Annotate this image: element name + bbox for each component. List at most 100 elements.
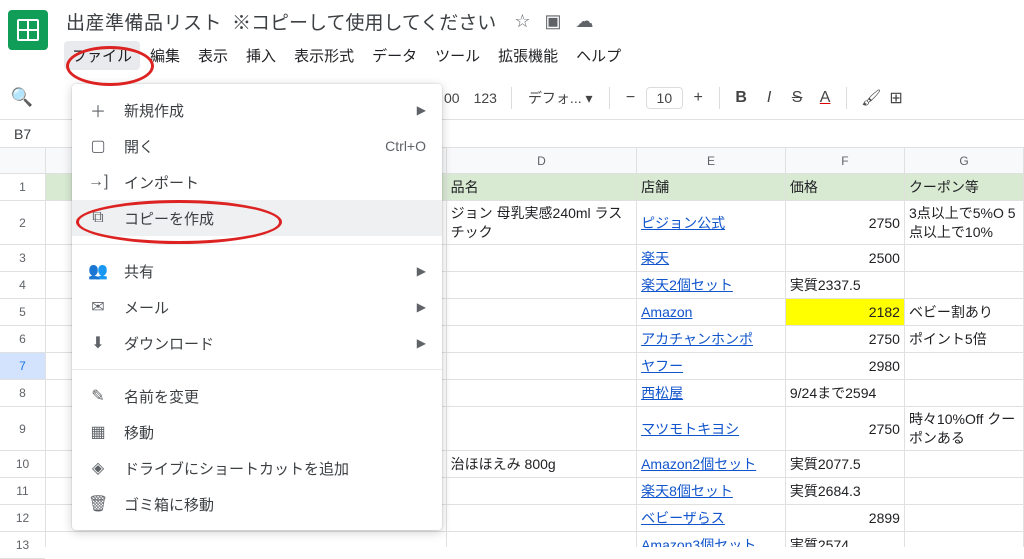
- cell[interactable]: Amazon3個セット: [637, 532, 786, 547]
- cell[interactable]: ヤフー: [637, 353, 786, 379]
- cell[interactable]: 楽天: [637, 245, 786, 271]
- cell[interactable]: [905, 478, 1024, 504]
- cell[interactable]: 2980: [786, 353, 905, 379]
- cell[interactable]: ベビーザらス: [637, 505, 786, 531]
- cell[interactable]: 9/24まで2594: [786, 380, 905, 406]
- menu-1[interactable]: 編集: [142, 41, 188, 70]
- format-currency[interactable]: 00: [438, 86, 466, 110]
- menu-8[interactable]: ヘルプ: [568, 41, 629, 70]
- file-menu-item[interactable]: ⬇ダウンロード▶: [72, 325, 442, 361]
- cell[interactable]: 2750: [786, 326, 905, 352]
- move-icon[interactable]: ▣: [544, 11, 561, 32]
- menu-6[interactable]: ツール: [427, 41, 488, 70]
- file-menu-item[interactable]: ＋新規作成▶: [72, 92, 442, 128]
- italic-button[interactable]: I: [756, 87, 782, 109]
- cell[interactable]: 楽天8個セット: [637, 478, 786, 504]
- cell[interactable]: 2500: [786, 245, 905, 271]
- cell[interactable]: 2750: [786, 407, 905, 450]
- file-menu-item[interactable]: →]インポート: [72, 164, 442, 200]
- file-menu-item[interactable]: ▦移動: [72, 414, 442, 450]
- fill-color-button[interactable]: 🖌: [855, 86, 881, 110]
- select-all-corner[interactable]: [0, 148, 45, 174]
- cell[interactable]: [905, 380, 1024, 406]
- font-size-inc[interactable]: +: [685, 87, 711, 109]
- file-menu-item[interactable]: ✎名前を変更: [72, 378, 442, 414]
- col-header[interactable]: F: [786, 148, 905, 173]
- cell[interactable]: 2750: [786, 201, 905, 244]
- file-menu-item[interactable]: ✉メール▶: [72, 289, 442, 325]
- menu-0[interactable]: ファイル: [64, 41, 140, 70]
- font-select[interactable]: デフォ... ▾: [520, 88, 601, 108]
- cell[interactable]: [447, 245, 637, 271]
- cell[interactable]: ベビー割あり: [905, 299, 1024, 325]
- cell[interactable]: [905, 353, 1024, 379]
- cell-header[interactable]: クーポン等: [905, 174, 1024, 200]
- cell[interactable]: [447, 478, 637, 504]
- cell[interactable]: 実質2077.5: [786, 451, 905, 477]
- cell[interactable]: [905, 505, 1024, 531]
- format-number[interactable]: 123: [468, 86, 503, 110]
- cell[interactable]: ジョン 母乳実感240ml ラスチック: [447, 201, 637, 244]
- col-header[interactable]: E: [637, 148, 786, 173]
- font-size-dec[interactable]: −: [618, 87, 644, 109]
- bold-button[interactable]: B: [728, 87, 754, 109]
- menu-2[interactable]: 表示: [190, 41, 236, 70]
- row-header[interactable]: 7: [0, 353, 45, 380]
- cell[interactable]: [447, 272, 637, 298]
- row-header[interactable]: 13: [0, 532, 45, 559]
- cell[interactable]: 時々10%Off クーポンある: [905, 407, 1024, 450]
- cell[interactable]: マツモトキヨシ: [637, 407, 786, 450]
- row-header[interactable]: 3: [0, 245, 45, 272]
- sheets-logo[interactable]: [8, 10, 48, 50]
- cell[interactable]: [905, 532, 1024, 547]
- cell[interactable]: [447, 532, 637, 547]
- star-icon[interactable]: ☆: [514, 11, 530, 32]
- font-size-input[interactable]: 10: [646, 87, 684, 109]
- cell[interactable]: [447, 326, 637, 352]
- row-header[interactable]: 4: [0, 272, 45, 299]
- menu-3[interactable]: 挿入: [238, 41, 284, 70]
- file-menu-item[interactable]: 🗑ゴミ箱に移動: [72, 486, 442, 522]
- menu-7[interactable]: 拡張機能: [490, 41, 566, 70]
- cell[interactable]: [447, 505, 637, 531]
- cell[interactable]: [447, 407, 637, 450]
- row-header[interactable]: 10: [0, 451, 45, 478]
- row-header[interactable]: 1: [0, 174, 45, 201]
- cell[interactable]: [905, 245, 1024, 271]
- doc-title[interactable]: 出産準備品リスト: [66, 8, 222, 35]
- borders-button[interactable]: ⊞: [883, 86, 909, 110]
- cell-header[interactable]: 価格: [786, 174, 905, 200]
- cell[interactable]: アカチャンホンポ: [637, 326, 786, 352]
- menu-4[interactable]: 表示形式: [286, 41, 362, 70]
- row-header[interactable]: 9: [0, 407, 45, 451]
- row-header[interactable]: 11: [0, 478, 45, 505]
- row-header[interactable]: 8: [0, 380, 45, 407]
- cell[interactable]: 楽天2個セット: [637, 272, 786, 298]
- cell[interactable]: [447, 353, 637, 379]
- file-menu-item[interactable]: ⧉コピーを作成: [72, 200, 442, 236]
- cloud-icon[interactable]: ☁: [575, 11, 593, 32]
- col-header[interactable]: G: [905, 148, 1024, 173]
- cell[interactable]: [447, 299, 637, 325]
- cell-header[interactable]: 品名: [447, 174, 637, 200]
- cell[interactable]: Amazon2個セット: [637, 451, 786, 477]
- text-color-button[interactable]: A: [812, 87, 838, 109]
- row-header[interactable]: 2: [0, 201, 45, 245]
- strike-button[interactable]: S: [784, 87, 810, 109]
- menu-5[interactable]: データ: [364, 41, 425, 70]
- cell[interactable]: [447, 380, 637, 406]
- cell[interactable]: 治ほほえみ 800g: [447, 451, 637, 477]
- cell[interactable]: [905, 451, 1024, 477]
- file-menu-item[interactable]: ▢開くCtrl+O: [72, 128, 442, 164]
- row-header[interactable]: 12: [0, 505, 45, 532]
- row-header[interactable]: 5: [0, 299, 45, 326]
- search-icon[interactable]: 🔍: [10, 87, 34, 108]
- col-header[interactable]: D: [447, 148, 637, 173]
- cell[interactable]: Amazon: [637, 299, 786, 325]
- cell[interactable]: 3点以上で5%O 5点以上で10%: [905, 201, 1024, 244]
- row-header[interactable]: 6: [0, 326, 45, 353]
- cell-header[interactable]: 店舗: [637, 174, 786, 200]
- cell[interactable]: [46, 532, 447, 547]
- cell[interactable]: 実質2337.5: [786, 272, 905, 298]
- cell[interactable]: [905, 272, 1024, 298]
